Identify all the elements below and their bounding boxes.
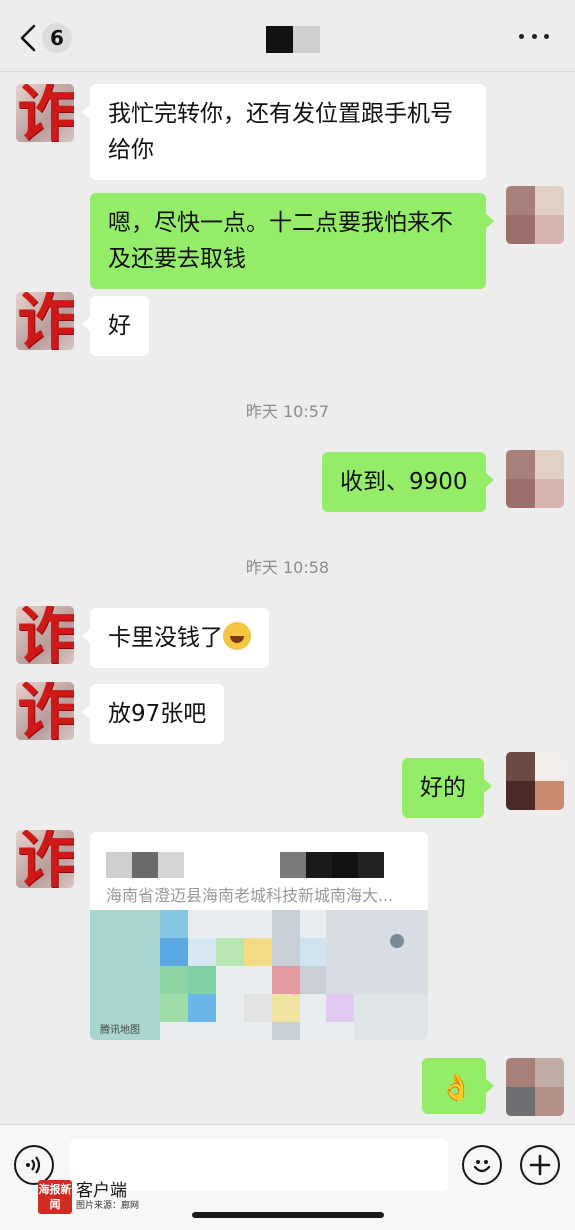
scammer-avatar[interactable]: 诈 [16, 84, 74, 142]
message-bubble[interactable]: 收到、9900 [322, 452, 494, 512]
image-source: 图片来源：廊网 [76, 1201, 140, 1211]
more-dots-icon [519, 33, 524, 39]
laughing-emoji-icon [223, 622, 251, 650]
chat-header: 6 [0, 0, 575, 72]
unread-count-badge: 6 [42, 23, 72, 53]
map-provider-label: 腾讯地图 [100, 1025, 140, 1036]
voice-button[interactable] [14, 1145, 54, 1185]
message-bubble[interactable]: 我忙完转你，还有发位置跟手机号给你 [82, 84, 486, 180]
location-title-redacted [106, 852, 384, 878]
message-bubble[interactable]: 好的 [402, 758, 492, 818]
message-text: 卡里没钱了 [108, 625, 223, 651]
timestamp: 昨天 10:58 [245, 558, 330, 577]
user-avatar[interactable] [506, 1058, 564, 1116]
scammer-avatar[interactable]: 诈 [16, 830, 74, 888]
scammer-avatar[interactable]: 诈 [16, 292, 74, 350]
scammer-avatar[interactable]: 诈 [16, 606, 74, 664]
plus-icon [529, 1154, 551, 1176]
brand-logo: 海报新闻 [38, 1180, 72, 1214]
chevron-left-icon [20, 24, 36, 52]
back-button[interactable]: 6 [18, 20, 82, 56]
message-bubble[interactable]: 放97张吧 [81, 684, 225, 744]
message-bubble[interactable]: 👌 [422, 1058, 494, 1114]
more-options-button[interactable] [519, 26, 549, 46]
voice-icon [26, 1156, 41, 1174]
chat-title-redacted [266, 26, 320, 53]
emoji-button[interactable] [462, 1145, 502, 1185]
map-preview[interactable]: 腾讯地图 [90, 910, 428, 1040]
user-avatar[interactable] [506, 450, 564, 508]
scammer-avatar[interactable]: 诈 [16, 682, 74, 740]
watermark: 海报新闻 客户端 图片来源：廊网 [38, 1180, 139, 1214]
location-address: 海南省澄迈县海南老城科技新城南海大... [106, 886, 394, 905]
timestamp: 昨天 10:57 [245, 402, 330, 421]
message-bubble[interactable]: 好 [82, 296, 149, 356]
brand-name: 客户端 [76, 1181, 127, 1201]
user-avatar[interactable] [506, 752, 564, 810]
add-button[interactable] [520, 1145, 560, 1185]
home-indicator[interactable] [192, 1212, 384, 1218]
message-bubble[interactable]: 嗯，尽快一点。十二点要我怕来不及还要去取钱 [90, 193, 494, 289]
emoji-icon [473, 1160, 491, 1173]
location-card[interactable]: 海南省澄迈县海南老城科技新城南海大... 腾讯地图 [90, 832, 428, 1040]
message-bubble[interactable]: 卡里没钱了 [82, 608, 269, 668]
user-avatar[interactable] [506, 186, 564, 244]
